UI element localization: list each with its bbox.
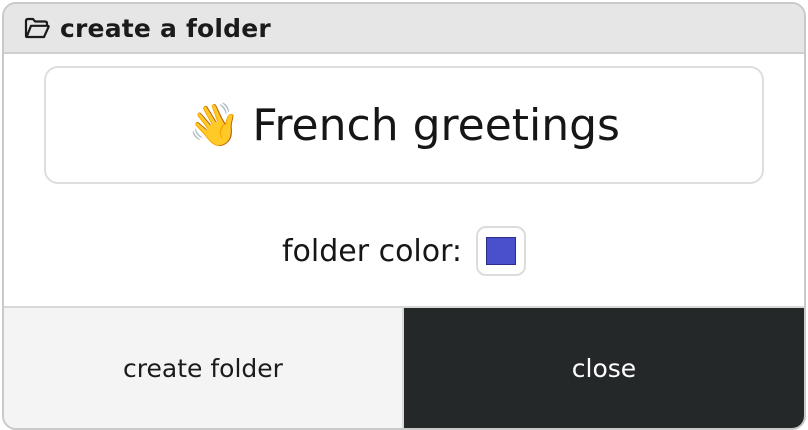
dialog-titlebar: create a folder: [4, 4, 804, 54]
dialog-actions: create folder close: [4, 306, 804, 428]
folder-color-label: folder color:: [281, 233, 463, 269]
waving-hand-icon: 👋: [188, 100, 241, 149]
dialog-title: create a folder: [60, 13, 271, 43]
create-folder-button[interactable]: create folder: [4, 308, 404, 428]
close-button[interactable]: close: [404, 308, 804, 428]
folder-color-row: folder color:: [4, 224, 804, 278]
folder-color-swatch: [486, 237, 517, 265]
folder-name-value: French greetings: [252, 99, 620, 151]
folder-name-field[interactable]: 👋 French greetings: [44, 66, 764, 184]
create-folder-dialog: create a folder 👋 French greetings folde…: [2, 2, 806, 430]
folder-open-icon: [24, 17, 50, 39]
folder-color-picker[interactable]: [476, 226, 527, 276]
